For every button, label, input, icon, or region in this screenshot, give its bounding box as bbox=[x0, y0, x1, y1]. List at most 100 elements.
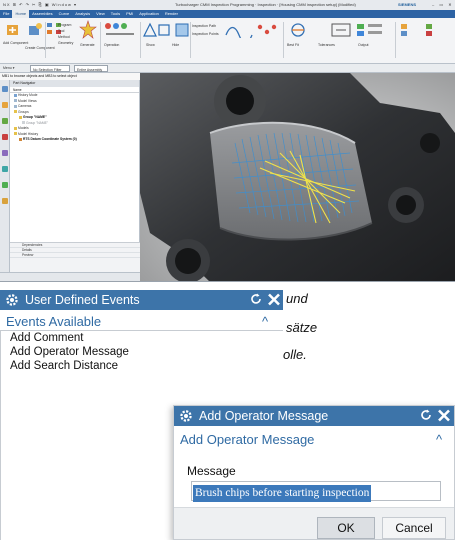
ribbon-label-tolerances: Tolerances bbox=[318, 43, 335, 47]
navigator-header: Part Navigator bbox=[10, 80, 139, 87]
reset-icon[interactable] bbox=[249, 292, 263, 306]
node-icon bbox=[14, 104, 17, 108]
ribbon-label-method: Method bbox=[58, 35, 70, 39]
group-add-operator-message[interactable]: Add Operator Message ^ bbox=[174, 430, 454, 450]
ribbon-separator bbox=[190, 22, 191, 58]
assembly-navigator-icon[interactable] bbox=[2, 102, 8, 108]
menu-analysis[interactable]: Analysis bbox=[72, 10, 93, 18]
menu-bar: File Home Assemblies Curve Analysis View Tools… bbox=[0, 10, 455, 18]
tolerances-icon[interactable] bbox=[330, 22, 352, 38]
ribbon-label-generate: Generate bbox=[80, 43, 95, 47]
quick-access-toolbar[interactable]: NX ⊞ ↶ ↷ ✂ ⎘ ▣ Window ▾ bbox=[3, 0, 77, 10]
collapse-caret-icon[interactable]: ^ bbox=[436, 430, 442, 450]
ribbon-label-tool: Tool bbox=[58, 29, 65, 33]
list-item[interactable]: Add Operator Message bbox=[1, 345, 283, 359]
menu-tools[interactable]: Tools bbox=[108, 10, 123, 18]
menu-application[interactable]: Application bbox=[136, 10, 162, 18]
menu-curve[interactable]: Curve bbox=[56, 10, 73, 18]
menu-file[interactable]: File bbox=[0, 10, 12, 18]
tree-node-label: Group "NAME" bbox=[23, 115, 47, 119]
message-input-selected-text[interactable]: Brush chips before starting inspection bbox=[193, 485, 372, 502]
roles-icon[interactable] bbox=[2, 182, 8, 188]
message-input[interactable]: Brush chips before starting inspection bbox=[191, 481, 441, 502]
graphics-window[interactable] bbox=[140, 73, 455, 281]
group-label: Events Available bbox=[6, 314, 102, 329]
ribbon: Add Component Create Component Program T… bbox=[0, 18, 455, 64]
part-navigator-icon[interactable] bbox=[2, 134, 8, 140]
menu-pmi[interactable]: PMI bbox=[123, 10, 136, 18]
list-item[interactable]: Add Search Distance bbox=[1, 359, 283, 373]
ribbon-label-add-component: Add Component bbox=[3, 41, 29, 45]
ribbon-label-inspection-points: Inspection Points bbox=[192, 32, 219, 36]
best-fit-icon[interactable] bbox=[287, 22, 309, 38]
add-operator-message-dialog: Add Operator Message Add Operator Messag… bbox=[173, 405, 455, 540]
geometry-icons[interactable] bbox=[142, 22, 172, 38]
folder-icon bbox=[14, 110, 17, 114]
ribbon-label-create-component: Create Component bbox=[25, 46, 55, 50]
create-component-icon[interactable] bbox=[27, 22, 43, 38]
dialog-footer: OK Cancel bbox=[174, 507, 454, 539]
window-controls[interactable]: – ▭ ✕ bbox=[432, 0, 454, 10]
panel-preview[interactable]: Preview bbox=[10, 253, 140, 258]
part-navigator: Part Navigator Name History Mode Model V… bbox=[10, 80, 140, 272]
constraint-navigator-icon[interactable] bbox=[2, 118, 8, 124]
collapse-caret-icon[interactable]: ^ bbox=[262, 312, 268, 332]
cue-line: MB1 to browse objects and MB3 to select … bbox=[0, 73, 140, 80]
scope-dropdown[interactable]: Entire Assembly bbox=[74, 65, 108, 72]
operation-icons[interactable] bbox=[104, 22, 138, 38]
type-filter-dropdown[interactable]: No Selection Filter bbox=[30, 65, 70, 72]
menu-assemblies[interactable]: Assemblies bbox=[29, 10, 55, 18]
housing-model-render bbox=[140, 73, 455, 281]
show-hide-icon[interactable] bbox=[175, 22, 189, 38]
navigator-lower-panels: Dependencies Details Preview bbox=[10, 242, 140, 272]
ribbon-separator bbox=[100, 22, 101, 58]
close-icon[interactable] bbox=[266, 291, 282, 308]
ribbon-label-geometry: Geometry bbox=[58, 41, 74, 45]
output-icons[interactable] bbox=[356, 22, 384, 38]
reuse-library-icon[interactable] bbox=[2, 150, 8, 156]
background-text-line: sätze bbox=[286, 320, 318, 335]
group-label: Add Operator Message bbox=[180, 432, 315, 447]
ribbon-separator bbox=[283, 22, 284, 58]
window-title: Turbocharger CMM Inspection Programming … bbox=[175, 2, 356, 7]
ribbon-label-inspection-path: Inspection Path bbox=[192, 24, 217, 28]
history-icon[interactable] bbox=[2, 166, 8, 172]
brand-logo: SIEMENS bbox=[398, 2, 417, 7]
ribbon-label-hide: Hide bbox=[172, 43, 180, 47]
list-item[interactable]: Add Comment bbox=[1, 331, 283, 345]
add-component-icon[interactable] bbox=[5, 22, 21, 38]
background-text-line: olle. bbox=[283, 347, 307, 362]
node-icon bbox=[14, 93, 17, 97]
gear-icon bbox=[6, 294, 18, 306]
scope-value: Entire Assembly bbox=[77, 68, 103, 72]
menu-home[interactable]: Home bbox=[12, 10, 30, 18]
dialog-title-bar: Add Operator Message bbox=[174, 406, 454, 426]
ribbon-label-best-fit: Best Fit bbox=[287, 43, 299, 47]
top-menu-button[interactable]: Menu ▾ bbox=[3, 64, 14, 73]
system-materials-icon[interactable] bbox=[2, 198, 8, 204]
group-events-available[interactable]: Events Available ^ bbox=[0, 312, 283, 332]
reset-icon[interactable] bbox=[419, 408, 433, 422]
message-label: Message bbox=[187, 464, 236, 478]
ribbon-right-icons[interactable] bbox=[400, 22, 450, 38]
gear-icon bbox=[180, 410, 192, 422]
ribbon-separator bbox=[395, 22, 396, 58]
ribbon-label-program: Program bbox=[58, 23, 72, 27]
ribbon-separator bbox=[45, 22, 46, 58]
tree-node-label: RTS Datum Coordinate System (0) bbox=[23, 137, 77, 141]
menu-render[interactable]: Render bbox=[162, 10, 181, 18]
tree-node-datum-csys[interactable]: RTS Datum Coordinate System (0) bbox=[10, 137, 139, 143]
cancel-button[interactable]: Cancel bbox=[382, 517, 446, 539]
navigator-tab-icon[interactable] bbox=[2, 86, 8, 92]
nx-application-window: NX ⊞ ↶ ↷ ✂ ⎘ ▣ Window ▾ Turbocharger CMM… bbox=[0, 0, 455, 282]
inspection-points-icons[interactable] bbox=[255, 22, 279, 38]
ok-button[interactable]: OK bbox=[317, 517, 375, 539]
folder-icon bbox=[19, 115, 22, 119]
ribbon-label-operation: Operation bbox=[104, 43, 120, 47]
menu-view[interactable]: View bbox=[93, 10, 108, 18]
inspection-path-icons[interactable] bbox=[225, 22, 253, 38]
close-icon[interactable] bbox=[436, 407, 452, 424]
generate-star-icon[interactable] bbox=[78, 20, 98, 40]
type-filter-value: No Selection Filter bbox=[33, 68, 62, 72]
ribbon-label-output: Output bbox=[358, 43, 369, 47]
